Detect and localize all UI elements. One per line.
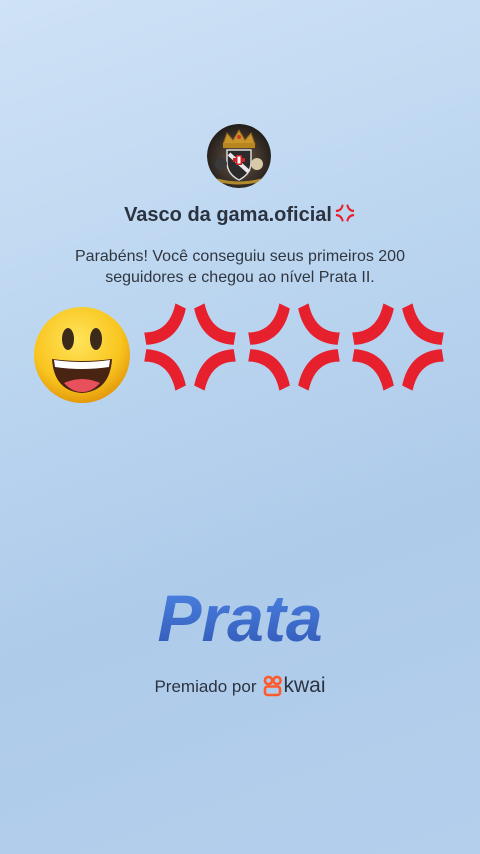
anger-symbol-emoji [144,303,236,391]
kwai-logo-icon [263,675,282,697]
emoji-row [30,293,450,403]
username-text: Vasco da gama.oficial [124,204,332,226]
awarded-by-text: Premiado por [154,677,257,696]
congratulations-message: Parabéns! Você conseguiu seus primeiros … [75,248,405,286]
avatar[interactable] [207,124,271,188]
anger-symbol-emoji [352,303,444,391]
username-heading: Vasco da gama.oficial [0,202,480,227]
awarded-by-row: Premiado por kwai [0,674,480,698]
tier-label: Prata [157,581,322,655]
club-crest-avatar-icon [207,124,271,188]
anger-symbol-emoji [248,303,340,391]
tier-badge: Prata [157,581,322,655]
grinning-face-emoji [34,307,130,403]
anger-symbol-icon [335,204,355,222]
kwai-brand-text: kwai [283,674,326,697]
